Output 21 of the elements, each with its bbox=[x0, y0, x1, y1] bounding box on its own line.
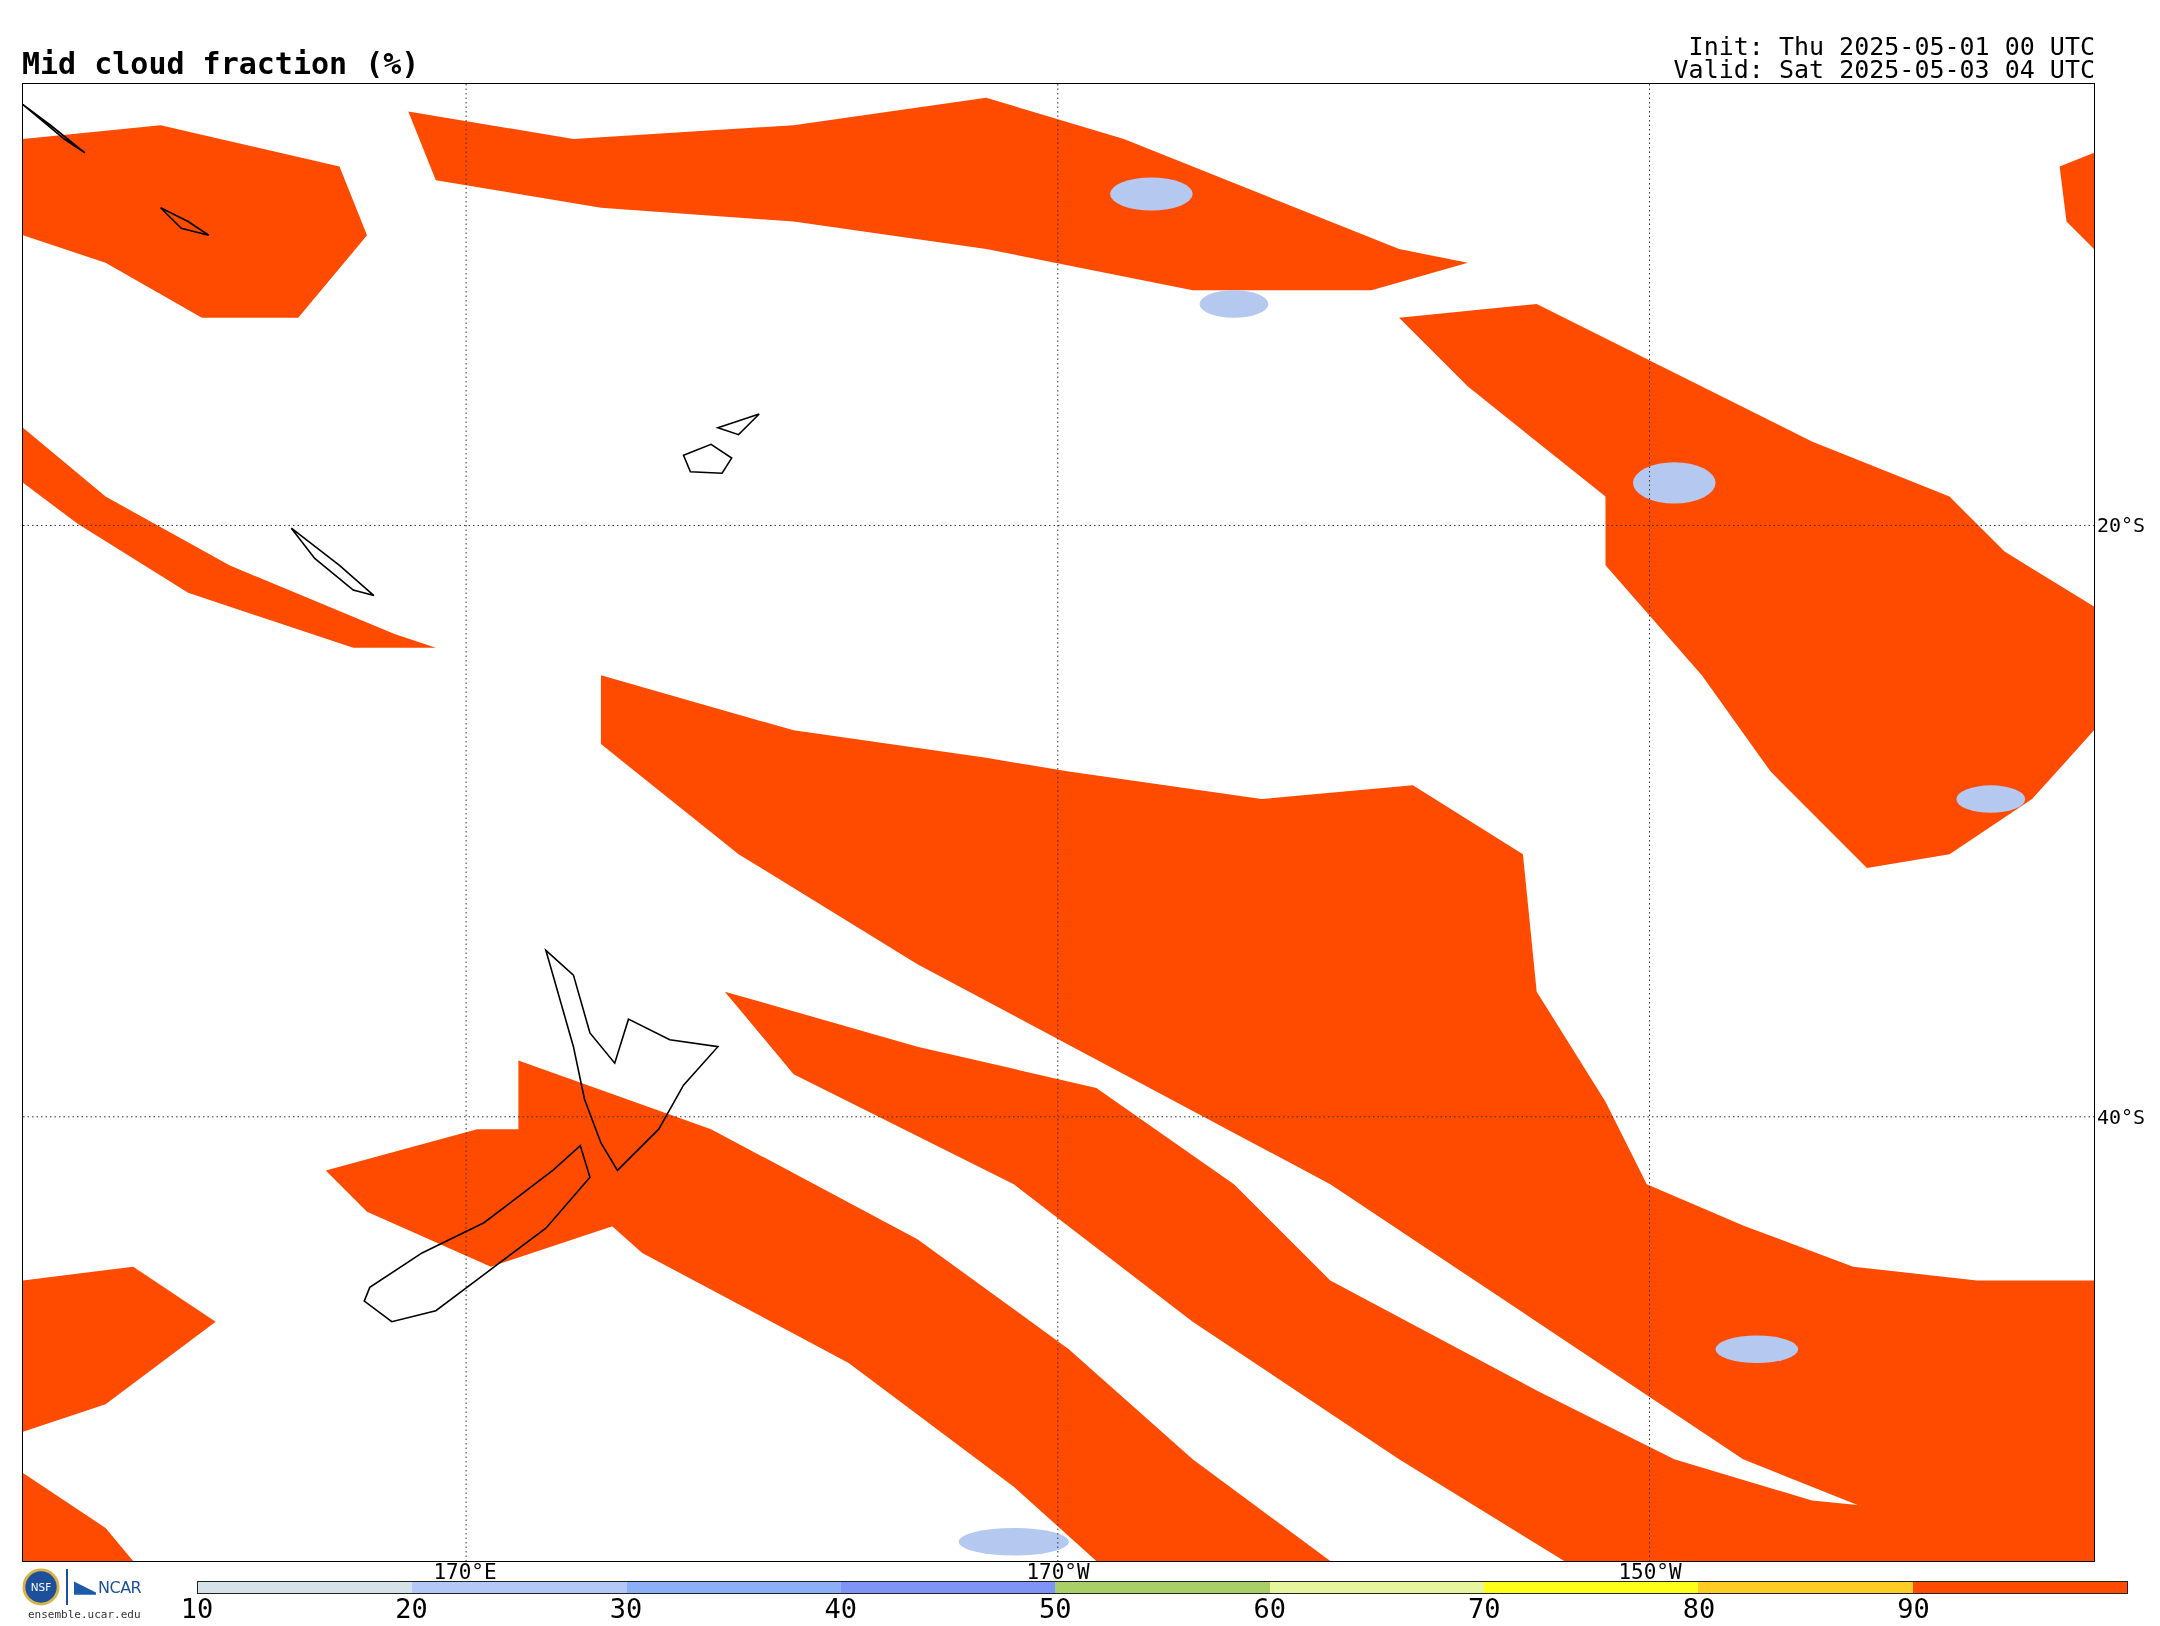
longitude-label: 150°W bbox=[1618, 1562, 1682, 1582]
mountain-icon bbox=[74, 1579, 96, 1595]
valid-time: Valid: Sat 2025-05-03 04 UTC bbox=[1673, 58, 2095, 81]
chart-title: Mid cloud fraction (%) bbox=[22, 49, 420, 79]
init-time: Init: Thu 2025-05-01 00 UTC bbox=[1688, 35, 2095, 58]
tick-label: 80 bbox=[1682, 1595, 1716, 1623]
longitude-label: 170°E bbox=[433, 1562, 497, 1582]
tick-label: 90 bbox=[1897, 1595, 1930, 1623]
seal-logo: NSF bbox=[22, 1568, 60, 1606]
site-url: ensemble.ucar.edu bbox=[27, 1608, 141, 1621]
longitude-label: 170°W bbox=[1026, 1562, 1090, 1582]
org-name: NCAR bbox=[98, 1577, 142, 1597]
tick-label: 70 bbox=[1468, 1595, 1501, 1623]
tick-label: 40 bbox=[824, 1595, 857, 1623]
tick-label: 10 bbox=[180, 1595, 214, 1623]
tick-label: 30 bbox=[609, 1595, 643, 1623]
latitude-label: 20°S bbox=[2097, 515, 2146, 536]
tick-label: 50 bbox=[1039, 1595, 1072, 1623]
tick-label: 60 bbox=[1253, 1595, 1287, 1623]
tick-label: 20 bbox=[395, 1595, 428, 1623]
latitude-label: 40°S bbox=[2097, 1107, 2146, 1128]
